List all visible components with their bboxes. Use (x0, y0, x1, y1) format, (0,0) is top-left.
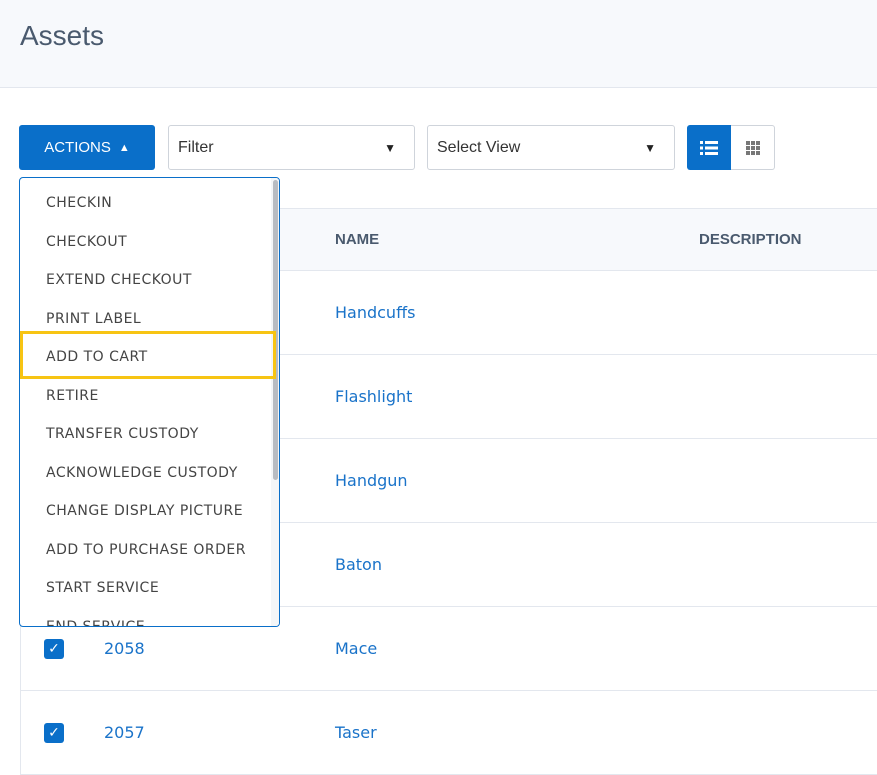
filter-select[interactable]: Filter ▼ (168, 125, 415, 170)
caret-up-icon: ▲ (118, 141, 130, 154)
asset-name-link[interactable]: Handgun (335, 471, 408, 490)
menu-item-retire[interactable]: RETIRE (46, 388, 99, 404)
highlight-box (20, 331, 276, 379)
actions-dropdown-menu: CHECKIN CHECKOUT EXTEND CHECKOUT PRINT LABE… (19, 177, 280, 627)
asset-name-link[interactable]: Handcuffs (335, 303, 415, 322)
menu-item-end-service[interactable]: END SERVICE (46, 619, 145, 627)
menu-item-start-service[interactable]: START SERVICE (46, 580, 159, 596)
row-checkbox[interactable]: ✓ (44, 723, 64, 743)
column-header-name[interactable]: NAME (335, 231, 379, 248)
view-value: Select View (437, 138, 521, 156)
asset-name-link[interactable]: Baton (335, 555, 382, 574)
actions-button[interactable]: ACTIONS ▲ (19, 125, 155, 170)
asset-name-link[interactable]: Taser (335, 723, 377, 742)
asset-name-link[interactable]: Flashlight (335, 387, 412, 406)
menu-item-checkout[interactable]: CHECKOUT (46, 234, 127, 250)
asset-name-link[interactable]: Mace (335, 639, 377, 658)
menu-item-print-label[interactable]: PRINT LABEL (46, 311, 141, 327)
column-header-description[interactable]: DESCRIPTION (699, 231, 802, 248)
grid-icon (745, 140, 760, 155)
grid-view-button[interactable] (731, 125, 775, 170)
filter-value: Filter (178, 138, 214, 156)
asset-id-link[interactable]: 2057 (104, 723, 145, 742)
scrollbar-thumb[interactable] (273, 180, 278, 480)
menu-item-checkin[interactable]: CHECKIN (46, 195, 112, 211)
check-icon: ✓ (48, 725, 60, 741)
page-header: Assets (0, 0, 877, 88)
list-icon (700, 140, 718, 155)
menu-item-transfer-custody[interactable]: TRANSFER CUSTODY (46, 426, 199, 442)
check-icon: ✓ (48, 641, 60, 657)
table-row: ✓ 2057 Taser (21, 691, 877, 775)
caret-down-icon: ▼ (644, 140, 656, 155)
page-title: Assets (20, 20, 105, 51)
list-view-button[interactable] (687, 125, 731, 170)
caret-down-icon: ▼ (384, 140, 396, 155)
menu-item-add-to-purchase-order[interactable]: ADD TO PURCHASE ORDER (46, 542, 246, 558)
menu-item-acknowledge-custody[interactable]: ACKNOWLEDGE CUSTODY (46, 465, 238, 481)
asset-id-link[interactable]: 2058 (104, 639, 145, 658)
menu-item-extend-checkout[interactable]: EXTEND CHECKOUT (46, 272, 192, 288)
view-select[interactable]: Select View ▼ (427, 125, 675, 170)
menu-scrollbar[interactable] (271, 178, 279, 626)
actions-label: ACTIONS (44, 139, 111, 156)
menu-item-change-display-picture[interactable]: CHANGE DISPLAY PICTURE (46, 503, 243, 519)
row-checkbox[interactable]: ✓ (44, 639, 64, 659)
